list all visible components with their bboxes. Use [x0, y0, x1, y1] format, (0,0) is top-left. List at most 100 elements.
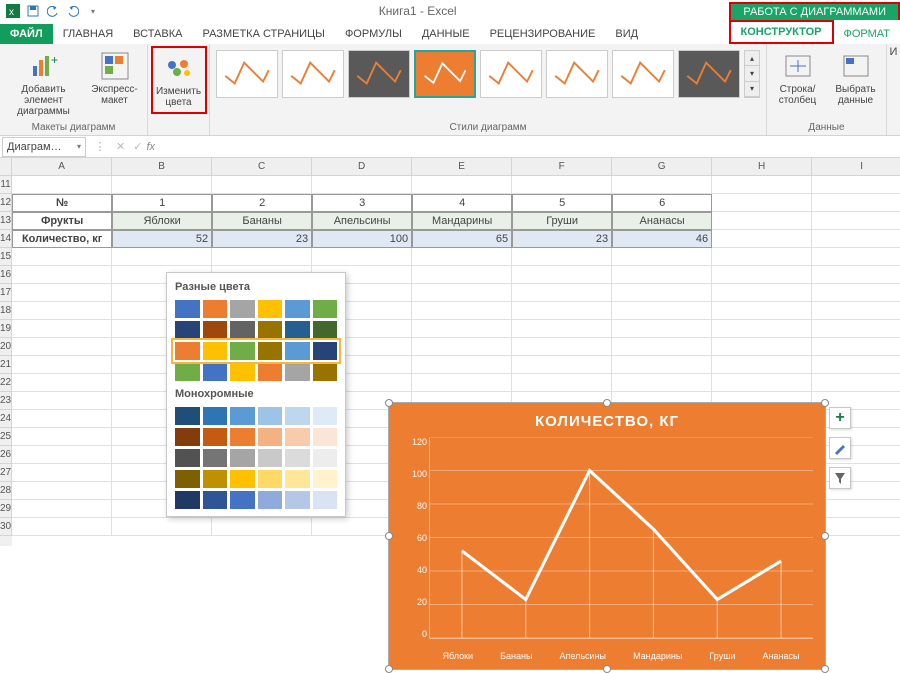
- cell-G15[interactable]: [612, 248, 712, 266]
- color-swatch[interactable]: [285, 342, 310, 360]
- row-header-12[interactable]: 12: [0, 194, 12, 212]
- cell-G16[interactable]: [612, 266, 712, 284]
- row-header-21[interactable]: 21: [0, 356, 12, 374]
- color-swatch[interactable]: [285, 428, 310, 446]
- color-swatch[interactable]: [285, 300, 310, 318]
- cell-C14[interactable]: 23: [212, 230, 312, 248]
- color-swatch[interactable]: [285, 363, 310, 381]
- cell-H12[interactable]: [712, 194, 812, 212]
- color-swatch[interactable]: [230, 342, 255, 360]
- cell-D14[interactable]: 100: [312, 230, 412, 248]
- cell-A18[interactable]: [12, 302, 112, 320]
- embedded-chart[interactable]: КОЛИЧЕСТВО, КГ 120100806040200 ЯблокиБан…: [388, 402, 826, 670]
- cell-A19[interactable]: [12, 320, 112, 338]
- row-header-28[interactable]: 28: [0, 482, 12, 500]
- cell-E18[interactable]: [412, 302, 512, 320]
- cell-F17[interactable]: [512, 284, 612, 302]
- color-swatch[interactable]: [285, 449, 310, 467]
- cell-A27[interactable]: [12, 464, 112, 482]
- color-swatch[interactable]: [203, 321, 228, 339]
- cell-H16[interactable]: [712, 266, 812, 284]
- cell-E22[interactable]: [412, 374, 512, 392]
- color-swatch[interactable]: [313, 300, 338, 318]
- cell-A22[interactable]: [12, 374, 112, 392]
- cell-H20[interactable]: [712, 338, 812, 356]
- fx-icon[interactable]: fx: [146, 141, 155, 153]
- cell-A21[interactable]: [12, 356, 112, 374]
- color-swatch[interactable]: [230, 321, 255, 339]
- col-header-E[interactable]: E: [412, 158, 512, 176]
- col-header-A[interactable]: A: [12, 158, 112, 176]
- color-swatch[interactable]: [230, 363, 255, 381]
- color-swatch[interactable]: [258, 428, 283, 446]
- cell-G14[interactable]: 46: [612, 230, 712, 248]
- cell-C30[interactable]: [212, 518, 312, 536]
- cell-E13[interactable]: Мандарины: [412, 212, 512, 230]
- cell-E15[interactable]: [412, 248, 512, 266]
- color-swatch[interactable]: [203, 363, 228, 381]
- row-header-26[interactable]: 26: [0, 446, 12, 464]
- color-swatch[interactable]: [175, 470, 200, 488]
- col-header-H[interactable]: H: [712, 158, 812, 176]
- cell-D12[interactable]: 3: [312, 194, 412, 212]
- chart-style-1[interactable]: [216, 50, 278, 98]
- cell-B14[interactable]: 52: [112, 230, 212, 248]
- color-swatch[interactable]: [175, 407, 200, 425]
- chart-style-3[interactable]: [348, 50, 410, 98]
- cell-I17[interactable]: [812, 284, 900, 302]
- col-header-I[interactable]: I: [812, 158, 900, 176]
- select-data-button[interactable]: Выбрать данные: [829, 46, 883, 110]
- color-swatch[interactable]: [203, 449, 228, 467]
- color-swatch[interactable]: [285, 470, 310, 488]
- tab-page-layout[interactable]: РАЗМЕТКА СТРАНИЦЫ: [192, 24, 334, 44]
- cell-A14[interactable]: Количество, кг: [12, 230, 112, 248]
- color-swatch[interactable]: [230, 407, 255, 425]
- color-swatch[interactable]: [313, 321, 338, 339]
- cell-A12[interactable]: №: [12, 194, 112, 212]
- cell-H15[interactable]: [712, 248, 812, 266]
- cell-A20[interactable]: [12, 338, 112, 356]
- tab-insert[interactable]: ВСТАВКА: [123, 24, 192, 44]
- cell-F16[interactable]: [512, 266, 612, 284]
- cell-H18[interactable]: [712, 302, 812, 320]
- row-header-11[interactable]: 11: [0, 176, 12, 194]
- row-header-23[interactable]: 23: [0, 392, 12, 410]
- color-swatch[interactable]: [258, 449, 283, 467]
- add-chart-element-button[interactable]: + Добавить элемент диаграммы: [5, 46, 83, 121]
- color-swatch[interactable]: [230, 300, 255, 318]
- cancel-icon[interactable]: ✕: [112, 140, 129, 153]
- tab-review[interactable]: РЕЦЕНЗИРОВАНИЕ: [480, 24, 606, 44]
- cell-E19[interactable]: [412, 320, 512, 338]
- cell-H17[interactable]: [712, 284, 812, 302]
- cell-F19[interactable]: [512, 320, 612, 338]
- cell-B12[interactable]: 1: [112, 194, 212, 212]
- cell-I21[interactable]: [812, 356, 900, 374]
- cell-E16[interactable]: [412, 266, 512, 284]
- cell-G13[interactable]: Ананасы: [612, 212, 712, 230]
- cell-G18[interactable]: [612, 302, 712, 320]
- color-swatch[interactable]: [258, 342, 283, 360]
- cell-H21[interactable]: [712, 356, 812, 374]
- tab-file[interactable]: ФАЙЛ: [0, 24, 53, 44]
- color-swatch[interactable]: [313, 470, 338, 488]
- cell-F15[interactable]: [512, 248, 612, 266]
- cell-I12[interactable]: [812, 194, 900, 212]
- col-header-D[interactable]: D: [312, 158, 412, 176]
- cell-I15[interactable]: [812, 248, 900, 266]
- row-header-19[interactable]: 19: [0, 320, 12, 338]
- tab-data[interactable]: ДАННЫЕ: [412, 24, 480, 44]
- cell-B11[interactable]: [112, 176, 212, 194]
- chart-style-4-selected[interactable]: [414, 50, 476, 98]
- cell-A30[interactable]: [12, 518, 112, 536]
- color-swatch[interactable]: [175, 491, 200, 509]
- color-swatch[interactable]: [230, 428, 255, 446]
- cell-D13[interactable]: Апельсины: [312, 212, 412, 230]
- color-swatch[interactable]: [175, 449, 200, 467]
- cell-A25[interactable]: [12, 428, 112, 446]
- cell-A13[interactable]: Фрукты: [12, 212, 112, 230]
- cell-E11[interactable]: [412, 176, 512, 194]
- color-swatch[interactable]: [175, 363, 200, 381]
- row-header-27[interactable]: 27: [0, 464, 12, 482]
- color-swatch[interactable]: [313, 449, 338, 467]
- chart-style-2[interactable]: [282, 50, 344, 98]
